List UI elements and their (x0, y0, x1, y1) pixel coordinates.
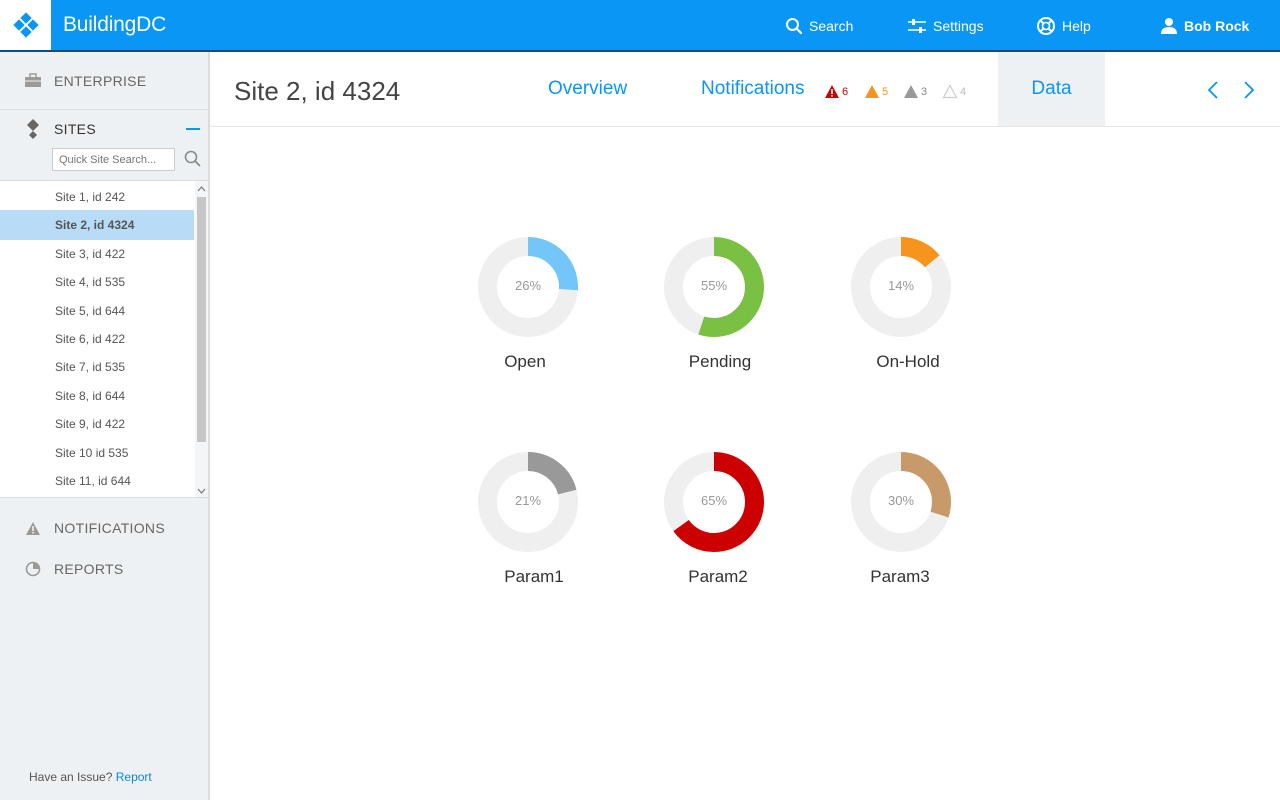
scrollbar[interactable] (195, 181, 208, 497)
settings-nav-label: Settings (933, 18, 984, 34)
warning-icon (0, 521, 54, 536)
collapse-icon[interactable] (186, 128, 200, 130)
donut-value: 65% (700, 493, 728, 508)
search-icon[interactable] (184, 150, 201, 172)
donut-chart: 14% (851, 237, 951, 337)
donut-value: 14% (887, 278, 915, 293)
site-list: Site 1, id 242 Site 2, id 4324 Site 3, id … (0, 180, 208, 498)
search-icon (786, 18, 803, 35)
user-icon (1161, 18, 1177, 34)
donut-chart: 21% (478, 452, 578, 552)
donut-chart: 26% (478, 237, 578, 337)
alert-count-info: 4 (960, 85, 967, 98)
report-link[interactable]: Report (116, 770, 152, 784)
site-list-item[interactable]: Site 5, id 644 (0, 296, 194, 326)
user-name: Bob Rock (1184, 18, 1250, 34)
sidebar-item-enterprise[interactable]: ENTERPRISE (0, 52, 208, 110)
site-list-item[interactable]: Site 6, id 422 (0, 324, 194, 354)
tab-overview[interactable]: Overview (548, 52, 627, 126)
donut-label: Param3 (870, 567, 930, 586)
donut-value: 55% (700, 278, 728, 293)
chevron-right-icon[interactable] (1243, 80, 1255, 105)
site-list-item[interactable]: Site 3, id 422 (0, 239, 194, 269)
sidebar-item-reports[interactable]: REPORTS (0, 551, 208, 587)
warning-outline-icon (942, 84, 958, 99)
donut-label: On-Hold (876, 352, 940, 371)
tab-data[interactable]: Data (998, 52, 1105, 126)
search-nav[interactable]: Search (785, 16, 853, 36)
donut-label: Param2 (688, 567, 748, 586)
alert-count-minor: 3 (921, 85, 928, 98)
donut-label: Pending (688, 352, 752, 371)
sidebar-item-sites[interactable]: SITES (0, 111, 208, 147)
pie-chart-icon (0, 561, 54, 577)
briefcase-icon (0, 73, 54, 88)
scroll-up-icon[interactable] (197, 184, 206, 194)
donut-chart: 30% (851, 452, 951, 552)
sidebar-item-sites-label: SITES (54, 121, 96, 137)
sidebar-item-notifications-label: NOTIFICATIONS (54, 520, 165, 536)
chevron-left-icon[interactable] (1207, 80, 1219, 105)
help-nav[interactable]: Help (1036, 16, 1091, 36)
site-list-item[interactable]: Site 2, id 4324 (0, 210, 194, 241)
donut-value: 30% (887, 493, 915, 508)
settings-nav[interactable]: Settings (907, 16, 984, 36)
site-list-item[interactable]: Site 11, id 644 (0, 466, 194, 496)
logo[interactable] (0, 0, 51, 50)
donut-chart: 55% (664, 237, 764, 337)
sidebar-item-reports-label: REPORTS (54, 561, 124, 577)
help-nav-label: Help (1062, 18, 1091, 34)
scrollbar-thumb[interactable] (197, 197, 206, 442)
sidebar-item-enterprise-label: ENTERPRISE (54, 72, 147, 89)
donut-value: 26% (514, 278, 542, 293)
site-list-item[interactable]: Site 10 id 535 (0, 438, 194, 468)
issue-text: Have an Issue? (29, 770, 113, 784)
site-list-item[interactable]: Site 7, id 535 (0, 352, 194, 382)
site-list-item[interactable]: Site 8, id 644 (0, 381, 194, 411)
site-list-item[interactable]: Site 4, id 535 (0, 267, 194, 297)
alert-count-critical: 6 (842, 85, 849, 98)
alert-badge-major[interactable]: 5 (864, 84, 888, 99)
alert-count-major: 5 (882, 85, 889, 98)
site-list-item[interactable]: Site 1, id 242 (0, 182, 194, 212)
donut-chart: 65% (664, 452, 764, 552)
site-list-item[interactable]: Site 9, id 422 (0, 409, 194, 439)
alert-badge-info[interactable]: 4 (942, 84, 966, 99)
brand-name: BuildingDC (63, 13, 167, 36)
donut-label: Open (504, 352, 546, 371)
sidebar: ENTERPRISE SITES Site 1, id 242Site 2, i… (0, 52, 210, 800)
warning-icon (904, 85, 918, 98)
tab-notifications[interactable]: Notifications (701, 52, 805, 126)
alert-badge-critical[interactable]: 6 (824, 84, 848, 99)
alert-badge-minor[interactable]: 3 (903, 84, 927, 99)
top-bar: BuildingDC Search Settings Help Bob Rock (0, 0, 1280, 52)
user-menu[interactable]: Bob Rock (1160, 16, 1249, 36)
issue-footer: Have an Issue? Report (29, 770, 152, 784)
sliders-icon (908, 19, 926, 33)
page-header: Site 2, id 4324 Overview Notifications 6… (210, 52, 1280, 127)
pin-icon (0, 119, 54, 139)
lifebuoy-icon (1037, 17, 1055, 35)
donut-value: 21% (514, 493, 542, 508)
warning-icon (825, 85, 839, 98)
page-title: Site 2, id 4324 (234, 76, 401, 106)
scroll-down-icon[interactable] (197, 486, 206, 496)
donut-label: Param1 (504, 567, 564, 586)
quick-site-search-input[interactable] (52, 148, 175, 171)
warning-icon (865, 85, 879, 98)
sidebar-item-notifications[interactable]: NOTIFICATIONS (0, 510, 208, 546)
logo-icon (12, 12, 39, 38)
search-nav-label: Search (809, 18, 854, 34)
